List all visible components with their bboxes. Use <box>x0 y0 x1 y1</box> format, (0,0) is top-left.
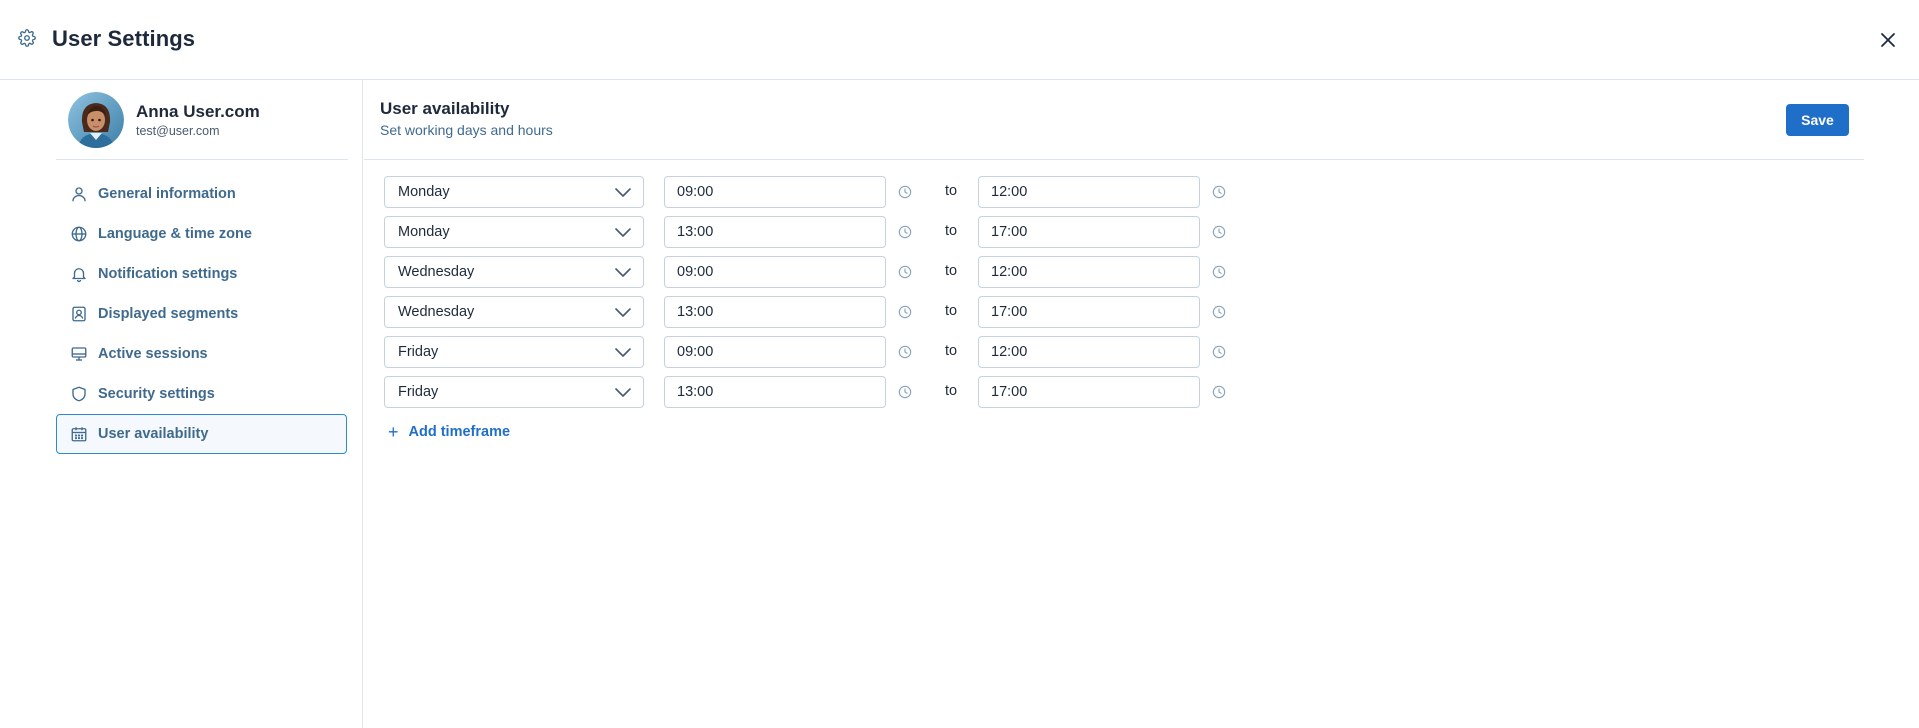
chevron-down-icon <box>615 346 631 358</box>
day-select-value: Monday <box>398 224 450 240</box>
clock-icon[interactable] <box>898 385 912 399</box>
day-select-value: Friday <box>398 384 439 400</box>
dialog-header: User Settings <box>0 0 1919 80</box>
clock-icon[interactable] <box>898 225 912 239</box>
clock-icon[interactable] <box>1212 185 1226 199</box>
profile-email: test@user.com <box>136 124 220 138</box>
timeframe-row: Wednesday to <box>384 296 1284 336</box>
clock-icon[interactable] <box>898 345 912 359</box>
clock-icon[interactable] <box>898 185 912 199</box>
timeframe-row: Monday to <box>384 216 1284 256</box>
sidebar-item-active-sessions[interactable]: Active sessions <box>56 334 347 374</box>
clock-icon[interactable] <box>1212 385 1226 399</box>
segment-icon <box>72 306 86 322</box>
bell-icon <box>72 268 86 283</box>
start-time-input[interactable] <box>664 216 886 248</box>
chevron-down-icon <box>615 266 631 278</box>
panel-header: User availability Set working days and h… <box>364 80 1864 160</box>
calendar-icon <box>71 427 87 442</box>
to-label: to <box>945 343 958 359</box>
day-select[interactable]: Friday <box>384 336 644 368</box>
panel-subtitle: Set working days and hours <box>380 122 553 138</box>
day-select-value: Wednesday <box>398 264 475 280</box>
close-icon[interactable] <box>1876 28 1900 52</box>
end-time-input[interactable] <box>978 256 1200 288</box>
day-select-value: Monday <box>398 184 450 200</box>
chevron-down-icon <box>615 226 631 238</box>
sidebar-item-displayed-segments[interactable]: Displayed segments <box>56 294 347 334</box>
start-time-input[interactable] <box>664 296 886 328</box>
to-label: to <box>945 263 958 279</box>
start-time-input[interactable] <box>664 256 886 288</box>
clock-icon[interactable] <box>1212 265 1226 279</box>
clock-icon[interactable] <box>1212 305 1226 319</box>
day-select[interactable]: Monday <box>384 176 644 208</box>
end-time-input[interactable] <box>978 216 1200 248</box>
avatar <box>68 92 124 148</box>
chevron-down-icon <box>615 306 631 318</box>
day-select-value: Wednesday <box>398 304 475 320</box>
timeframe-list: MondaytoMondaytoWednesdaytoWednesdaytoFr… <box>384 176 1284 441</box>
end-time-input[interactable] <box>978 376 1200 408</box>
end-time-input[interactable] <box>978 176 1200 208</box>
add-timeframe-button[interactable]: + Add timeframe <box>388 422 511 442</box>
clock-icon[interactable] <box>898 305 912 319</box>
sidebar-item-general-information[interactable]: General information <box>56 174 347 214</box>
sidebar-item-label: Displayed segments <box>98 306 239 322</box>
user-icon <box>72 187 86 202</box>
panel-title: User availability <box>380 99 510 118</box>
to-label: to <box>945 183 958 199</box>
clock-icon[interactable] <box>1212 225 1226 239</box>
globe-icon <box>71 226 87 242</box>
sidebar-item-label: Language & time zone <box>98 226 252 242</box>
dialog-title: User Settings <box>52 26 196 51</box>
sidebar-item-label: User availability <box>98 426 209 442</box>
end-time-input[interactable] <box>978 336 1200 368</box>
availability-panel: User availability Set working days and h… <box>364 80 1919 728</box>
sidebar-item-security-settings[interactable]: Security settings <box>56 374 347 414</box>
timeframe-row: Friday to <box>384 336 1284 376</box>
timeframe-row: Monday to <box>384 176 1284 216</box>
sidebar-item-label: Notification settings <box>98 266 238 282</box>
sidebar-item-label: Active sessions <box>98 346 208 362</box>
to-label: to <box>945 223 958 239</box>
day-select-value: Friday <box>398 344 439 360</box>
settings-sidebar: Anna User.com test@user.com General info… <box>0 80 363 728</box>
day-select[interactable]: Wednesday <box>384 296 644 328</box>
timeframe-row: Friday to <box>384 376 1284 416</box>
clock-icon[interactable] <box>898 265 912 279</box>
day-select[interactable]: Friday <box>384 376 644 408</box>
monitor-icon <box>71 347 87 361</box>
sidebar-item-label: General information <box>98 186 236 202</box>
day-select[interactable]: Wednesday <box>384 256 644 288</box>
gear-icon <box>18 29 36 47</box>
start-time-input[interactable] <box>664 176 886 208</box>
sidebar-item-notification-settings[interactable]: Notification settings <box>56 254 347 294</box>
profile-name: Anna User.com <box>136 102 260 121</box>
sidebar-item-user-availability[interactable]: User availability <box>56 414 347 454</box>
to-label: to <box>945 383 958 399</box>
start-time-input[interactable] <box>664 336 886 368</box>
add-timeframe-label: Add timeframe <box>408 424 511 440</box>
timeframe-row: Wednesday to <box>384 256 1284 296</box>
end-time-input[interactable] <box>978 296 1200 328</box>
shield-icon <box>72 386 86 402</box>
chevron-down-icon <box>615 186 631 198</box>
sidebar-item-label: Security settings <box>98 386 215 402</box>
to-label: to <box>945 303 958 319</box>
save-button[interactable]: Save <box>1786 104 1849 136</box>
plus-icon: + <box>388 422 399 442</box>
chevron-down-icon <box>615 386 631 398</box>
sidebar-item-language-time-zone[interactable]: Language & time zone <box>56 214 347 254</box>
day-select[interactable]: Monday <box>384 216 644 248</box>
settings-nav: General information Language & time zone… <box>56 174 347 454</box>
profile-card: Anna User.com test@user.com <box>56 92 348 160</box>
start-time-input[interactable] <box>664 376 886 408</box>
clock-icon[interactable] <box>1212 345 1226 359</box>
